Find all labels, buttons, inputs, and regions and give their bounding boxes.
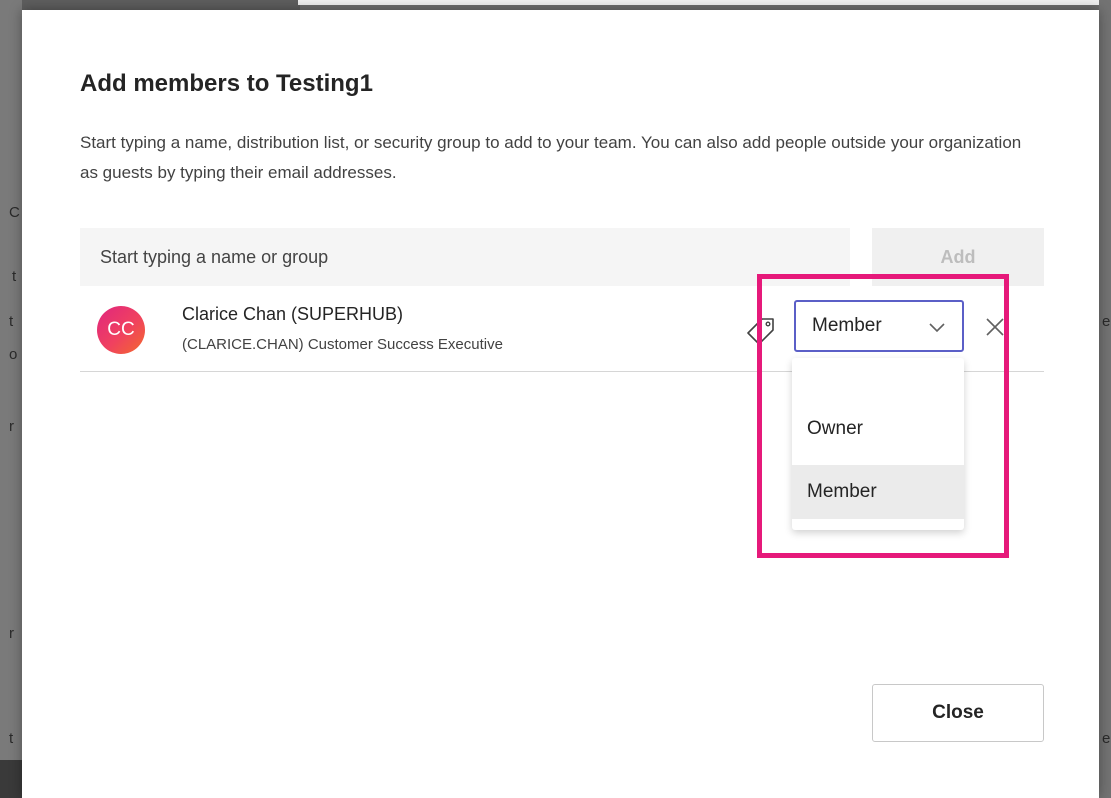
avatar: CC	[97, 306, 145, 354]
background-top-bar	[298, 0, 1108, 5]
add-members-dialog: Add members to Testing1 Start typing a n…	[22, 10, 1099, 798]
member-search-input[interactable]	[80, 228, 850, 286]
background-left-dark	[0, 760, 22, 798]
background-left-panel	[0, 0, 22, 798]
background-top-strip	[0, 0, 300, 10]
background-right-panel	[1099, 0, 1111, 798]
dialog-title: Add members to Testing1	[80, 70, 373, 97]
background-text-fragment: r	[9, 418, 14, 435]
highlight-annotation-box	[757, 274, 1009, 558]
background-text-fragment: e	[1102, 313, 1111, 330]
background-text-fragment: e	[1102, 730, 1111, 747]
member-detail: (CLARICE.CHAN) Customer Success Executiv…	[182, 336, 503, 353]
dialog-description: Start typing a name, distribution list, …	[80, 133, 1022, 182]
background-text-fragment: t	[9, 730, 14, 747]
background-text-fragment: o	[9, 346, 18, 363]
member-name: Clarice Chan (SUPERHUB)	[182, 304, 404, 324]
background-text-fragment: t	[12, 268, 17, 285]
background-text-fragment: C	[9, 204, 20, 221]
background-text-fragment: r	[9, 625, 14, 642]
background-text-fragment: t	[9, 313, 14, 330]
close-button[interactable]: Close	[872, 684, 1044, 742]
